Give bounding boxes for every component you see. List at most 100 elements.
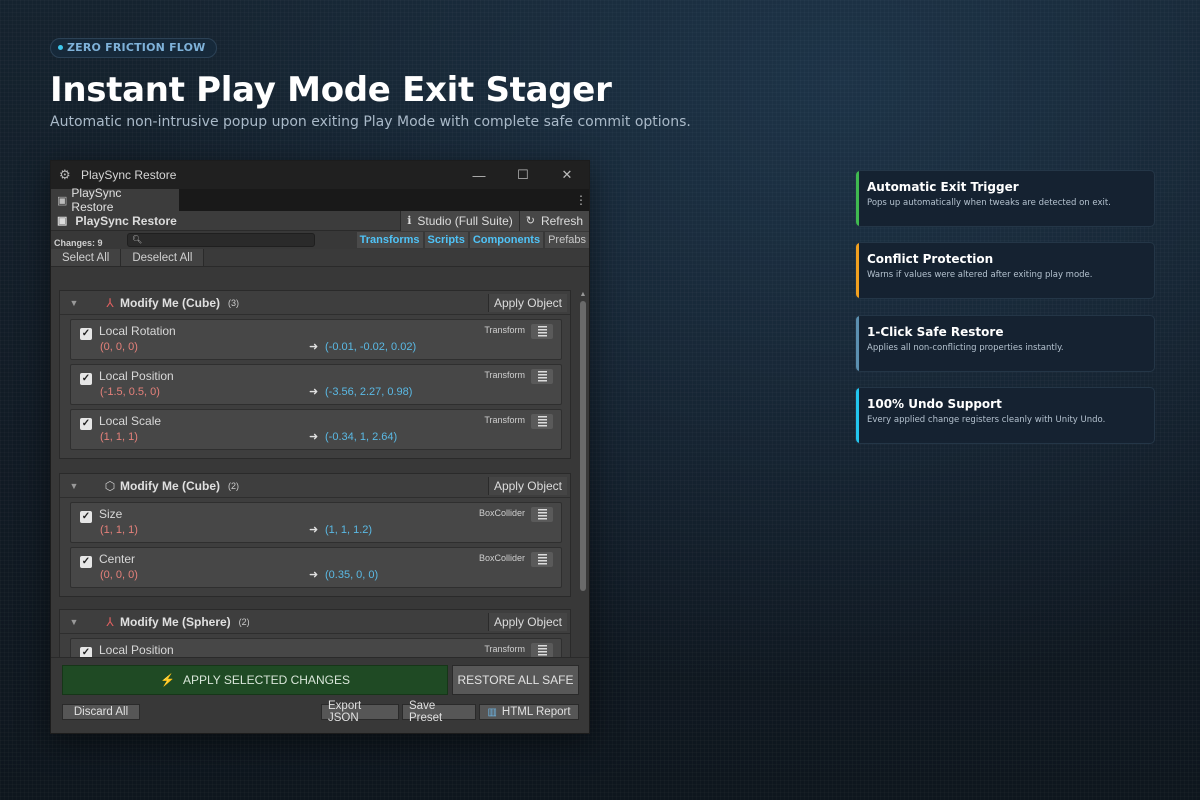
menu-icon[interactable] bbox=[531, 643, 553, 657]
arrow-right-icon: ➜ bbox=[309, 386, 319, 398]
deselect-all-button[interactable]: Deselect All bbox=[121, 249, 205, 266]
edition-label: Studio (Full Suite) bbox=[417, 213, 513, 228]
foldout-arrow-icon[interactable]: ▼ bbox=[60, 481, 88, 491]
discard-all-button[interactable]: Discard All bbox=[62, 704, 140, 720]
group-header[interactable]: ▼ ⅄ Modify Me (Cube) (3) Apply Object bbox=[60, 291, 570, 315]
menu-icon[interactable] bbox=[531, 414, 553, 429]
property-name: Local Position bbox=[99, 643, 174, 657]
hero-badge: ZERO FRICTION FLOW bbox=[50, 38, 217, 58]
menu-icon[interactable] bbox=[531, 552, 553, 567]
menu-icon[interactable] bbox=[531, 507, 553, 522]
group-header[interactable]: ▼ ⬡ Modify Me (Cube) (2) Apply Object bbox=[60, 474, 570, 498]
select-all-button[interactable]: Select All bbox=[51, 249, 122, 266]
group-count: (2) bbox=[238, 616, 250, 627]
feature-card: 100% Undo Support Every applied change r… bbox=[855, 387, 1155, 444]
export-json-button[interactable]: Export JSON bbox=[321, 700, 399, 724]
feature-card: Automatic Exit Trigger Pops up automatic… bbox=[855, 170, 1155, 227]
property-name: Local Scale bbox=[99, 414, 162, 428]
menu-icon[interactable] bbox=[531, 324, 553, 339]
apply-selected-button[interactable]: ⚡ APPLY SELECTED CHANGES bbox=[62, 665, 448, 695]
group-header[interactable]: ▼ ⅄ Modify Me (Sphere) (2) Apply Object bbox=[60, 610, 570, 634]
scroll-up-icon[interactable]: ▲ bbox=[579, 291, 587, 299]
search-input[interactable]: 🔍︎ bbox=[127, 233, 315, 247]
property-checkbox[interactable]: ✓ bbox=[80, 647, 92, 657]
property-checkbox[interactable]: ✓ bbox=[80, 556, 92, 568]
refresh-icon: ↻ bbox=[525, 215, 535, 227]
arrow-right-icon: ➜ bbox=[309, 341, 319, 353]
transform-gizmo-icon: ⅄ bbox=[106, 295, 114, 310]
menu-icon[interactable] bbox=[531, 369, 553, 384]
component-label: BoxCollider bbox=[478, 508, 525, 518]
save-icon: ▣ bbox=[57, 215, 68, 227]
badge-dot-icon bbox=[58, 45, 63, 50]
feature-desc: Every applied change registers cleanly w… bbox=[867, 415, 1106, 425]
arrow-right-icon: ➜ bbox=[309, 431, 319, 443]
property-checkbox[interactable]: ✓ bbox=[80, 511, 92, 523]
foldout-arrow-icon[interactable]: ▼ bbox=[60, 298, 88, 308]
property-name: Local Position bbox=[99, 369, 174, 383]
changes-count: Changes: 9 bbox=[54, 237, 103, 248]
arrow-right-icon: ➜ bbox=[309, 524, 319, 536]
tab-playsync-restore[interactable]: ▣ PlaySync Restore bbox=[51, 186, 179, 214]
minimize-button[interactable]: — bbox=[457, 161, 501, 189]
group-title: Modify Me (Cube) bbox=[120, 295, 220, 310]
maximize-button[interactable]: ☐ bbox=[501, 161, 545, 189]
kebab-menu-icon[interactable]: ⋮ bbox=[575, 189, 589, 211]
hero-badge-label: ZERO FRICTION FLOW bbox=[67, 41, 206, 54]
restore-all-safe-button[interactable]: RESTORE ALL SAFE bbox=[452, 665, 579, 695]
window-titlebar[interactable]: ⚙ PlaySync Restore — ☐ ✕ bbox=[51, 161, 589, 189]
filter-tab-components[interactable]: Components bbox=[469, 232, 544, 248]
footer-actions: ⚡ APPLY SELECTED CHANGES RESTORE ALL SAF… bbox=[51, 657, 589, 733]
html-report-label: HTML Report bbox=[501, 706, 571, 718]
change-group: ▼ ⬡ Modify Me (Cube) (2) Apply Object ✓ … bbox=[59, 473, 571, 597]
filter-tab-transforms[interactable]: Transforms bbox=[356, 232, 423, 248]
edition-button[interactable]: ℹ Studio (Full Suite) bbox=[400, 210, 519, 231]
toolbar: ▣ PlaySync Restore ℹ Studio (Full Suite)… bbox=[51, 210, 589, 231]
apply-object-button[interactable]: Apply Object bbox=[487, 293, 567, 312]
group-count: (2) bbox=[228, 480, 239, 491]
property-row: ✓ Local Scale (1, 1, 1) ➜ (-0.34, 1, 2.6… bbox=[70, 409, 562, 450]
old-value: (0, 0, 0) bbox=[100, 569, 138, 581]
apply-object-button[interactable]: Apply Object bbox=[487, 612, 567, 631]
component-label: Transform bbox=[484, 415, 525, 425]
old-value: (-1.5, 0.5, 0) bbox=[100, 386, 160, 398]
card-accent-bar bbox=[856, 243, 859, 298]
component-label: Transform bbox=[484, 644, 525, 654]
gear-icon: ⚙ bbox=[59, 167, 71, 182]
property-checkbox[interactable]: ✓ bbox=[80, 418, 92, 430]
filter-tab-scripts[interactable]: Scripts bbox=[424, 232, 468, 248]
property-checkbox[interactable]: ✓ bbox=[80, 328, 92, 340]
filter-row: Changes: 9 🔍︎ Transforms Scripts Compone… bbox=[51, 231, 589, 249]
save-preset-button[interactable]: Save Preset bbox=[402, 700, 476, 724]
html-report-button[interactable]: ▥ HTML Report bbox=[479, 704, 579, 720]
property-checkbox[interactable]: ✓ bbox=[80, 373, 92, 385]
close-button[interactable]: ✕ bbox=[545, 161, 589, 189]
component-label: Transform bbox=[484, 325, 525, 335]
changes-scroll-area[interactable]: ▼ ⅄ Modify Me (Cube) (3) Apply Object ✓ … bbox=[51, 285, 589, 657]
old-value: (1, 1, 1) bbox=[100, 524, 138, 536]
property-row: ✓ Local Position (-1.5, 0.5, 0) ➜ (-3.56… bbox=[70, 364, 562, 405]
property-name: Center bbox=[99, 552, 136, 566]
card-accent-bar bbox=[856, 388, 859, 443]
cube-icon: ⬡ bbox=[104, 478, 116, 493]
hero-subtitle: Automatic non-intrusive popup upon exiti… bbox=[50, 114, 691, 130]
property-row: ✓ Local Rotation (0, 0, 0) ➜ (-0.01, -0.… bbox=[70, 319, 562, 360]
group-title: Modify Me (Cube) bbox=[120, 478, 220, 493]
feature-title: Conflict Protection bbox=[867, 252, 994, 266]
property-row: ✓ Local Position Transform bbox=[70, 638, 562, 657]
property-row: ✓ Center (0, 0, 0) ➜ (0.35, 0, 0) BoxCol… bbox=[70, 547, 562, 588]
new-value: (1, 1, 1.2) bbox=[325, 524, 373, 536]
refresh-button[interactable]: ↻ Refresh bbox=[518, 210, 589, 231]
feature-title: 100% Undo Support bbox=[867, 397, 1002, 411]
scrollbar-thumb[interactable] bbox=[580, 301, 586, 591]
vertical-scrollbar[interactable]: ▲ bbox=[579, 291, 587, 657]
search-icon: 🔍︎ bbox=[132, 235, 143, 244]
info-icon: ℹ bbox=[407, 215, 412, 227]
arrow-right-icon: ➜ bbox=[309, 569, 319, 581]
new-value: (-0.01, -0.02, 0.02) bbox=[325, 341, 417, 353]
apply-object-button[interactable]: Apply Object bbox=[487, 476, 567, 495]
foldout-arrow-icon[interactable]: ▼ bbox=[60, 617, 88, 627]
tab-label: PlaySync Restore bbox=[71, 186, 122, 214]
group-title: Modify Me (Sphere) bbox=[120, 614, 231, 629]
filter-tab-prefabs[interactable]: Prefabs bbox=[545, 232, 589, 248]
